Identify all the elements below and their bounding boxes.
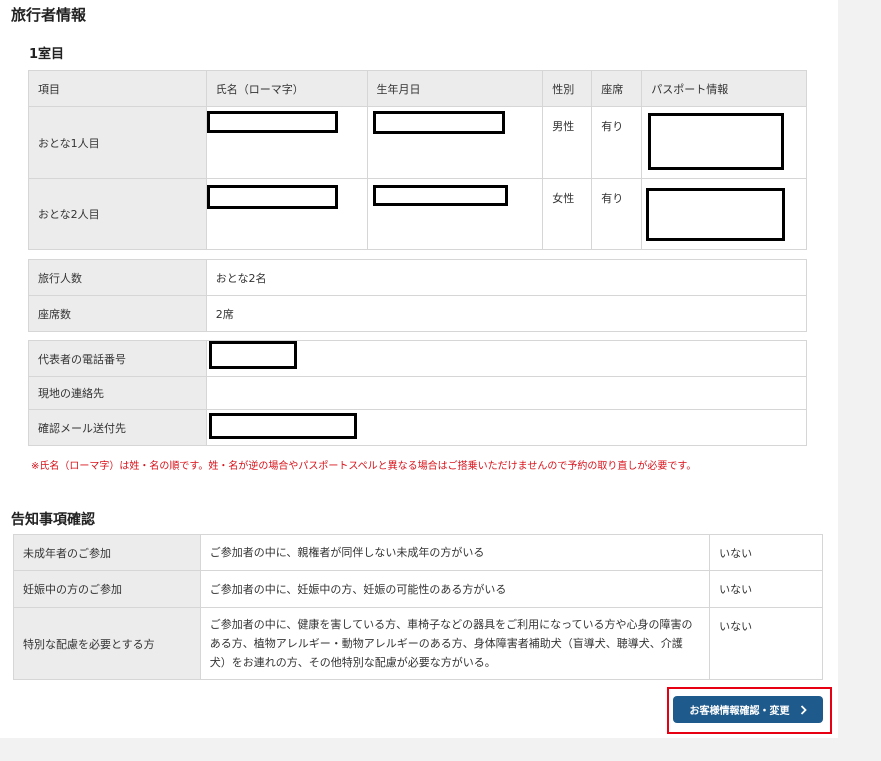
contact-table: 代表者の電話番号 現地の連絡先 確認メール送付先: [28, 340, 808, 446]
header-seat: 座席: [591, 70, 643, 107]
chevron-right-icon: [800, 704, 807, 715]
contact-label: 確認メール送付先: [28, 409, 207, 446]
table-row: 確認メール送付先: [28, 409, 808, 446]
header-item: 項目: [28, 70, 207, 107]
contact-label: 現地の連絡先: [28, 376, 207, 410]
table-row: 現地の連絡先: [28, 376, 808, 410]
header-birthdate: 生年月日: [366, 70, 544, 107]
name-order-warning: ※氏名（ローマ字）は姓・名の順です。姓・名が逆の場合やパスポートスペルと異なる場…: [31, 461, 697, 472]
summary-label: 旅行人数: [28, 259, 207, 296]
confirm-button-label: お客様情報確認・変更: [689, 706, 790, 717]
header-passport: パスポート情報: [641, 70, 807, 107]
header-gender: 性別: [542, 70, 593, 107]
traveler-section-title: 旅行者情報: [11, 6, 87, 24]
traveler-seat: 有り: [591, 178, 643, 250]
summary-value: 2席: [205, 295, 808, 332]
notice-label: 未成年者のご参加: [13, 534, 201, 571]
redacted-name-2: [207, 185, 338, 209]
notice-answer: いない: [709, 570, 823, 608]
table-row: 旅行人数 おとな2名: [28, 259, 808, 296]
redacted-passport-2: [646, 188, 785, 241]
table-row: 座席数 2席: [28, 295, 808, 332]
table-row: 妊娠中の方のご参加 ご参加者の中に、妊娠中の方、妊娠の可能性のある方がいる いな…: [13, 570, 823, 608]
notice-text: ご参加者の中に、親権者が同伴しない未成年の方がいる: [199, 534, 711, 571]
notice-label: 妊娠中の方のご参加: [13, 570, 201, 608]
notice-answer: いない: [709, 534, 823, 571]
traveler-table-header: 項目 氏名（ローマ字） 生年月日 性別 座席 パスポート情報: [28, 70, 807, 107]
contact-label: 代表者の電話番号: [28, 340, 207, 377]
redacted-phone: [209, 341, 297, 369]
redacted-passport-1: [648, 113, 784, 170]
redacted-email: [209, 413, 357, 439]
notice-text: ご参加者の中に、健康を害している方、車椅子などの器具をご利用になっている方や心身…: [199, 607, 711, 680]
traveler-gender: 女性: [542, 178, 593, 250]
notice-answer: いない: [709, 607, 823, 680]
page-right-gutter: [838, 0, 881, 761]
table-row: 代表者の電話番号: [28, 340, 808, 377]
summary-label: 座席数: [28, 295, 207, 332]
page-bottom-gutter: [0, 738, 881, 761]
notice-text: ご参加者の中に、妊娠中の方、妊娠の可能性のある方がいる: [199, 570, 711, 608]
redacted-birthdate-2: [373, 185, 508, 206]
redacted-birthdate-1: [373, 111, 505, 134]
table-row: 特別な配慮を必要とする方 ご参加者の中に、健康を害している方、車椅子などの器具を…: [13, 607, 823, 680]
notice-section-title: 告知事項確認: [11, 512, 95, 528]
room-title: 1室目: [29, 47, 65, 62]
notice-table: 未成年者のご参加 ご参加者の中に、親権者が同伴しない未成年の方がいる いない 妊…: [13, 534, 823, 680]
header-name: 氏名（ローマ字）: [205, 70, 368, 107]
traveler-gender: 男性: [542, 106, 593, 179]
redacted-name-1: [207, 111, 338, 133]
table-row: 未成年者のご参加 ご参加者の中に、親権者が同伴しない未成年の方がいる いない: [13, 534, 823, 571]
traveler-label: おとな2人目: [28, 178, 207, 250]
summary-table: 旅行人数 おとな2名 座席数 2席: [28, 259, 808, 332]
traveler-seat: 有り: [591, 106, 643, 179]
customer-info-confirm-button[interactable]: お客様情報確認・変更: [673, 696, 823, 723]
traveler-label: おとな1人目: [28, 106, 207, 179]
contact-value: [205, 376, 808, 410]
summary-value: おとな2名: [205, 259, 808, 296]
notice-label: 特別な配慮を必要とする方: [13, 607, 201, 680]
